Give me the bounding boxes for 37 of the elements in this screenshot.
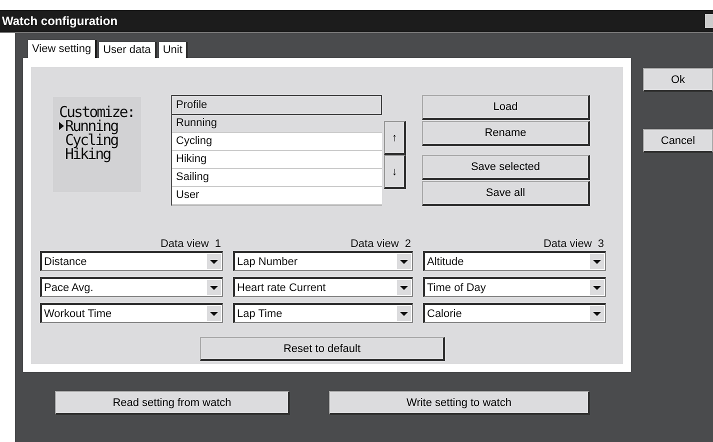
profile-item[interactable]: User bbox=[172, 187, 382, 205]
watch-sync-button[interactable]: Write setting to watch bbox=[329, 391, 590, 415]
dropdown[interactable]: Altitude bbox=[423, 251, 606, 271]
dropdown[interactable]: Lap Time bbox=[233, 303, 413, 323]
profile-item[interactable]: Running bbox=[172, 115, 382, 133]
tab[interactable]: Unit bbox=[158, 42, 188, 58]
watch-sync-button[interactable]: Read setting from watch bbox=[55, 391, 290, 415]
display-item: Hiking bbox=[65, 147, 110, 161]
move-button[interactable]: ↓ bbox=[384, 155, 406, 189]
dropdown[interactable]: Heart rate Current bbox=[233, 277, 413, 297]
reset-button[interactable]: Reset to default bbox=[200, 337, 445, 361]
dropdown[interactable]: Time of Day bbox=[423, 277, 606, 297]
dropdown[interactable]: Distance bbox=[40, 251, 223, 271]
column-label: Data view 2 bbox=[350, 237, 411, 251]
profile-item[interactable]: Cycling bbox=[172, 133, 382, 151]
display-item: Cycling bbox=[65, 133, 118, 147]
dropdown[interactable]: Pace Avg. bbox=[40, 277, 223, 297]
profile-button[interactable]: Rename bbox=[422, 121, 590, 146]
column-label: Data view 3 bbox=[543, 237, 604, 251]
column-header: Profile bbox=[172, 95, 382, 115]
display-item: Running bbox=[65, 119, 118, 133]
profile-item[interactable]: Hiking bbox=[172, 151, 382, 169]
profile-button[interactable]: Save selected bbox=[422, 155, 590, 180]
display-heading: Customize: bbox=[59, 105, 136, 119]
profile-item[interactable]: Sailing bbox=[172, 169, 382, 187]
dropdown[interactable]: Calorie bbox=[423, 303, 606, 323]
tab[interactable]: View setting bbox=[28, 40, 98, 58]
move-button[interactable]: ↑ bbox=[384, 121, 406, 155]
dropdown[interactable]: Workout Time bbox=[40, 303, 223, 323]
profile-button[interactable]: Save all bbox=[422, 181, 590, 206]
dropdown[interactable]: Lap Number bbox=[233, 251, 413, 271]
tab[interactable]: User data bbox=[99, 42, 157, 58]
window-title: Watch configuration bbox=[1, 14, 118, 28]
dialog-button[interactable]: Ok bbox=[643, 68, 713, 92]
profile-button[interactable]: Load bbox=[422, 95, 590, 120]
dialog-button[interactable]: Cancel bbox=[643, 129, 713, 153]
column-label: Data view 1 bbox=[160, 237, 221, 251]
